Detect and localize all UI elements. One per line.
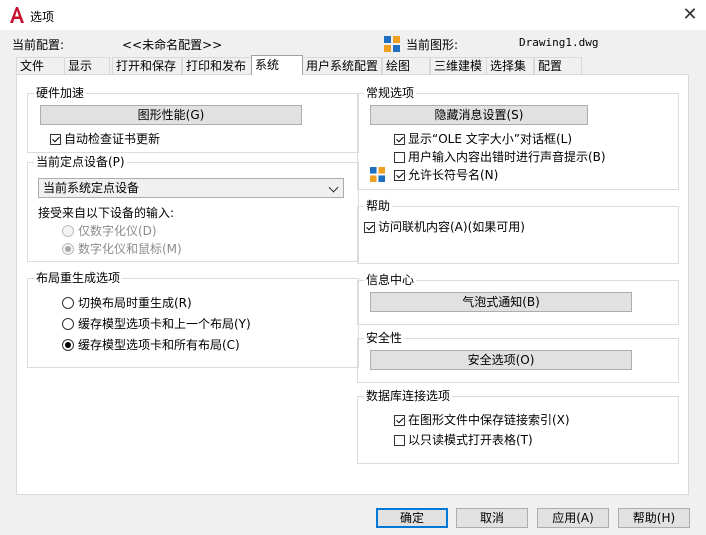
cache-model-all-layouts-radio[interactable]: 缓存模型选项卡和所有布局(C) <box>62 338 240 352</box>
hardware-acceleration-group: 硬件加速 图形性能(G) 自动检查证书更新 <box>27 86 359 153</box>
security-options-button[interactable]: 安全选项(O) <box>370 350 632 370</box>
hardware-acceleration-title: 硬件加速 <box>34 86 87 100</box>
cache-model-all-layouts-label: 缓存模型选项卡和所有布局(C) <box>78 338 240 352</box>
infocenter-group: 信息中心 气泡式通知(B) <box>357 273 679 325</box>
current-drawing-label: 当前图形: <box>406 38 459 52</box>
pointing-device-group: 当前定点设备(P) 当前系统定点设备 接受来自以下设备的输入: 仅数字化仪(D)… <box>27 155 359 262</box>
ok-button[interactable]: 确定 <box>376 508 448 528</box>
radio-icon <box>62 225 74 237</box>
accept-input-label: 接受来自以下设备的输入: <box>38 206 175 220</box>
radio-icon <box>62 297 74 309</box>
digitizer-and-mouse-radio[interactable]: 数字化仪和鼠标(M) <box>62 242 182 256</box>
tab-system[interactable]: 系统 <box>251 55 303 75</box>
drawing-file-icon <box>384 36 400 52</box>
db-connect-group: 数据库连接选项 在图形文件中保存链接索引(X) 以只读模式打开表格(T) <box>357 389 679 464</box>
checkbox-icon <box>364 222 375 233</box>
cancel-button[interactable]: 取消 <box>456 508 528 528</box>
drawing-setting-icon <box>370 167 385 182</box>
general-options-title: 常规选项 <box>364 86 417 100</box>
general-options-group: 常规选项 隐藏消息设置(S) 显示“OLE 文字大小”对话框(L) 用户输入内容… <box>357 86 679 190</box>
long-symbol-names-checkbox[interactable]: 允许长符号名(N) <box>394 168 498 182</box>
save-link-index-checkbox[interactable]: 在图形文件中保存链接索引(X) <box>394 413 570 427</box>
checkbox-icon <box>394 435 405 446</box>
checkbox-icon <box>50 134 61 145</box>
tab-selection[interactable]: 选择集 <box>486 57 534 74</box>
tab-files[interactable]: 文件 <box>16 57 66 74</box>
show-ole-dialog-label: 显示“OLE 文字大小”对话框(L) <box>408 132 573 146</box>
apply-button[interactable]: 应用(A) <box>537 508 609 528</box>
infocenter-title: 信息中心 <box>364 273 417 287</box>
security-title: 安全性 <box>364 331 405 345</box>
digitizer-only-radio[interactable]: 仅数字化仪(D) <box>62 224 157 238</box>
help-button[interactable]: 帮助(H) <box>618 508 690 528</box>
regen-on-switch-label: 切换布局时重生成(R) <box>78 296 192 310</box>
tab-content-panel: 硬件加速 图形性能(G) 自动检查证书更新 当前定点设备(P) 当前系统定点设备… <box>16 74 689 495</box>
current-profile-label: 当前配置: <box>12 38 65 52</box>
beep-on-error-checkbox[interactable]: 用户输入内容出错时进行声音提示(B) <box>394 150 606 164</box>
cache-model-last-layout-radio[interactable]: 缓存模型选项卡和上一个布局(Y) <box>62 317 251 331</box>
security-group: 安全性 安全选项(O) <box>357 331 679 383</box>
show-ole-dialog-checkbox[interactable]: 显示“OLE 文字大小”对话框(L) <box>394 132 572 146</box>
pointing-device-select[interactable]: 当前系统定点设备 <box>38 178 344 198</box>
db-connect-title: 数据库连接选项 <box>364 389 453 403</box>
online-content-checkbox[interactable]: 访问联机内容(A)(如果可用) <box>364 220 525 234</box>
tab-plot-publish[interactable]: 打印和发布 <box>182 57 252 74</box>
radio-icon <box>62 339 74 351</box>
hidden-messages-button[interactable]: 隐藏消息设置(S) <box>370 105 588 125</box>
checkbox-icon <box>394 152 405 163</box>
checkbox-icon <box>394 415 405 426</box>
tab-user-preferences[interactable]: 用户系统配置 <box>302 57 382 74</box>
close-button[interactable]: ✕ <box>676 4 704 28</box>
current-profile-value: <<未命名配置>> <box>122 38 223 52</box>
layout-regen-title: 布局重生成选项 <box>34 271 123 285</box>
current-drawing-value: Drawing1.dwg <box>519 36 599 49</box>
layout-regen-group: 布局重生成选项 切换布局时重生成(R) 缓存模型选项卡和上一个布局(Y) 缓存模… <box>27 271 359 368</box>
graphics-performance-button[interactable]: 图形性能(G) <box>40 105 302 125</box>
beep-on-error-label: 用户输入内容出错时进行声音提示(B) <box>408 150 606 164</box>
help-group: 帮助 访问联机内容(A)(如果可用) <box>357 199 679 264</box>
pointing-device-title: 当前定点设备(P) <box>34 155 127 169</box>
tab-3d-modeling[interactable]: 三维建模 <box>430 57 488 74</box>
window-title: 选项 <box>30 10 55 24</box>
checkbox-icon <box>394 134 405 145</box>
regen-on-switch-radio[interactable]: 切换布局时重生成(R) <box>62 296 192 310</box>
read-only-tables-label: 以只读模式打开表格(T) <box>408 433 533 447</box>
digitizer-and-mouse-label: 数字化仪和鼠标(M) <box>78 242 182 256</box>
cache-model-last-layout-label: 缓存模型选项卡和上一个布局(Y) <box>78 317 251 331</box>
auto-check-certificate-checkbox[interactable]: 自动检查证书更新 <box>50 132 160 146</box>
balloon-notifications-button[interactable]: 气泡式通知(B) <box>370 292 632 312</box>
auto-check-certificate-label: 自动检查证书更新 <box>64 132 161 146</box>
autocad-logo-icon <box>10 7 24 23</box>
chevron-down-icon <box>328 182 339 193</box>
tab-drafting[interactable]: 绘图 <box>382 57 430 74</box>
help-title: 帮助 <box>364 199 393 213</box>
long-symbol-names-label: 允许长符号名(N) <box>408 168 499 182</box>
radio-icon <box>62 318 74 330</box>
digitizer-only-label: 仅数字化仪(D) <box>78 224 157 238</box>
radio-icon <box>62 243 74 255</box>
tab-display[interactable]: 显示 <box>64 57 110 74</box>
online-content-label: 访问联机内容(A)(如果可用) <box>378 220 525 234</box>
read-only-tables-checkbox[interactable]: 以只读模式打开表格(T) <box>394 433 533 447</box>
save-link-index-label: 在图形文件中保存链接索引(X) <box>408 413 570 427</box>
checkbox-icon <box>394 170 405 181</box>
tab-profiles[interactable]: 配置 <box>534 57 582 74</box>
tab-open-save[interactable]: 打开和保存 <box>112 57 182 74</box>
title-bar: 选项 ✕ <box>0 0 706 30</box>
pointing-device-value: 当前系统定点设备 <box>43 181 140 195</box>
